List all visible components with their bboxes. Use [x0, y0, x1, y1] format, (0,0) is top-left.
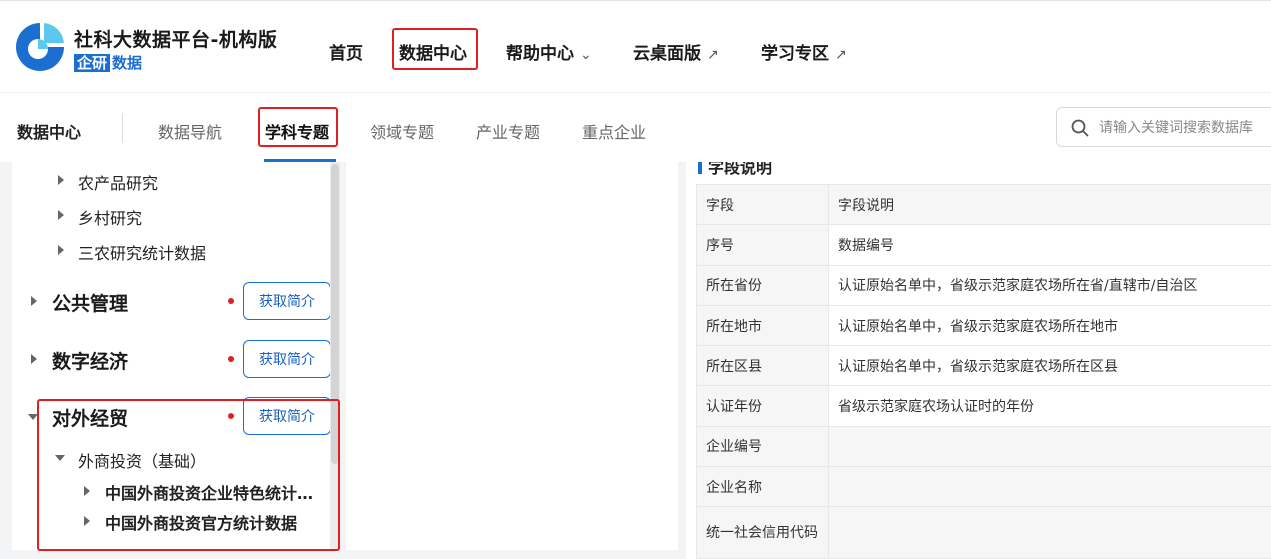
external-link-icon: ↗ [707, 47, 719, 63]
brand-badge: 企研 [74, 54, 111, 72]
sub-navigation: 数据中心 数据导航 学科专题 领域专题 产业专题 重点企业 [0, 92, 1271, 162]
expand-arrow-icon[interactable] [31, 296, 37, 306]
search-input[interactable] [1099, 117, 1271, 139]
brand-subtitle: 企研 数据 [74, 52, 142, 73]
external-link-icon: ↗ [835, 47, 847, 63]
field-name: 所在省份 [696, 264, 829, 306]
get-intro-button[interactable]: 获取简介 [243, 282, 331, 320]
chevron-down-icon: ⌄ [580, 47, 592, 63]
column-header-field: 字段 [696, 183, 829, 226]
field-description [828, 506, 1271, 559]
field-name: 企业名称 [696, 466, 829, 508]
field-description: 认证原始名单中，省级示范家庭农场所在省/直辖市/自治区 [828, 264, 1271, 306]
tree-category-digital-economy[interactable]: 数字经济 [52, 347, 128, 374]
field-name: 企业编号 [696, 425, 829, 468]
field-description [828, 466, 1271, 508]
tree-item-sannong-stats[interactable]: 三农研究统计数据 [78, 240, 206, 264]
topnav-learning-zone[interactable]: 学习专区 ↗ [761, 39, 847, 64]
field-description: 数据编号 [828, 224, 1271, 266]
tab-key-enterprises[interactable]: 重点企业 [582, 119, 646, 143]
table-row: 所在区县 认证原始名单中，省级示范家庭农场所在区县 [696, 345, 1271, 387]
table-header-row: 字段 字段说明 [696, 183, 1271, 226]
section-accent-bar [698, 162, 702, 174]
platform-logo-icon[interactable] [14, 21, 66, 73]
table-row: 企业名称 [696, 466, 1271, 508]
detail-panel [346, 162, 678, 550]
expand-arrow-icon[interactable] [58, 210, 64, 220]
brand-sub-text: 数据 [112, 54, 143, 72]
expand-arrow-icon[interactable] [31, 354, 37, 364]
field-name: 所在区县 [696, 345, 829, 387]
subnav-home[interactable]: 数据中心 [17, 119, 81, 143]
tree-item-agri-products[interactable]: 农产品研究 [78, 170, 158, 194]
highlight-box-foreign-trade [37, 399, 340, 551]
search-box[interactable] [1056, 107, 1271, 147]
tab-data-navigation[interactable]: 数据导航 [158, 119, 222, 143]
field-description [828, 425, 1271, 468]
field-description: 认证原始名单中，省级示范家庭农场所在区县 [828, 345, 1271, 387]
field-table: 字段 字段说明 序号 数据编号 所在省份 认证原始名单中，省级示范家庭农场所在省… [696, 183, 1271, 559]
search-icon [1071, 119, 1089, 137]
topnav-home[interactable]: 首页 [329, 39, 363, 64]
table-row: 序号 数据编号 [696, 224, 1271, 266]
status-dot [228, 298, 234, 304]
table-row: 企业编号 [696, 425, 1271, 468]
table-row: 所在地市 认证原始名单中，省级示范家庭农场所在地市 [696, 304, 1271, 347]
section-title: 字段说明 [708, 162, 773, 177]
tab-industry-topics[interactable]: 产业专题 [476, 119, 540, 143]
brand-title: 社科大数据平台-机构版 [74, 29, 278, 51]
field-name: 所在地市 [696, 304, 829, 347]
table-row: 认证年份 省级示范家庭农场认证时的年份 [696, 385, 1271, 427]
topnav-cloud-desktop[interactable]: 云桌面版 ↗ [633, 39, 719, 64]
expand-arrow-icon[interactable] [58, 245, 64, 255]
field-name: 统一社会信用代码 [696, 506, 829, 559]
tree-item-rural-research[interactable]: 乡村研究 [78, 205, 142, 229]
tree-category-public-management[interactable]: 公共管理 [52, 289, 128, 316]
tab-domain-topics[interactable]: 领域专题 [370, 119, 434, 143]
field-name: 序号 [696, 224, 829, 266]
field-description: 省级示范家庭农场认证时的年份 [828, 385, 1271, 427]
subnav-divider [122, 113, 123, 143]
highlight-box-subject-topics [258, 107, 338, 147]
field-name: 认证年份 [696, 385, 829, 427]
topnav-help-center[interactable]: 帮助中心 ⌄ [506, 39, 592, 64]
table-row: 统一社会信用代码 [696, 506, 1271, 559]
get-intro-button[interactable]: 获取简介 [243, 340, 331, 378]
field-description-panel: 字段说明 字段 字段说明 序号 数据编号 所在省份 认证原始名单中，省级示范家庭… [686, 162, 1271, 559]
expand-arrow-icon[interactable] [58, 175, 64, 185]
field-description: 认证原始名单中，省级示范家庭农场所在地市 [828, 304, 1271, 347]
column-header-description: 字段说明 [828, 183, 1271, 226]
table-row: 所在省份 认证原始名单中，省级示范家庭农场所在省/直辖市/自治区 [696, 264, 1271, 306]
top-header: 社科大数据平台-机构版 企研 数据 首页 数据中心 帮助中心 ⌄ 云桌面版 ↗ 学习专… [0, 0, 1271, 92]
status-dot [228, 356, 234, 362]
highlight-box-data-center [392, 28, 478, 70]
